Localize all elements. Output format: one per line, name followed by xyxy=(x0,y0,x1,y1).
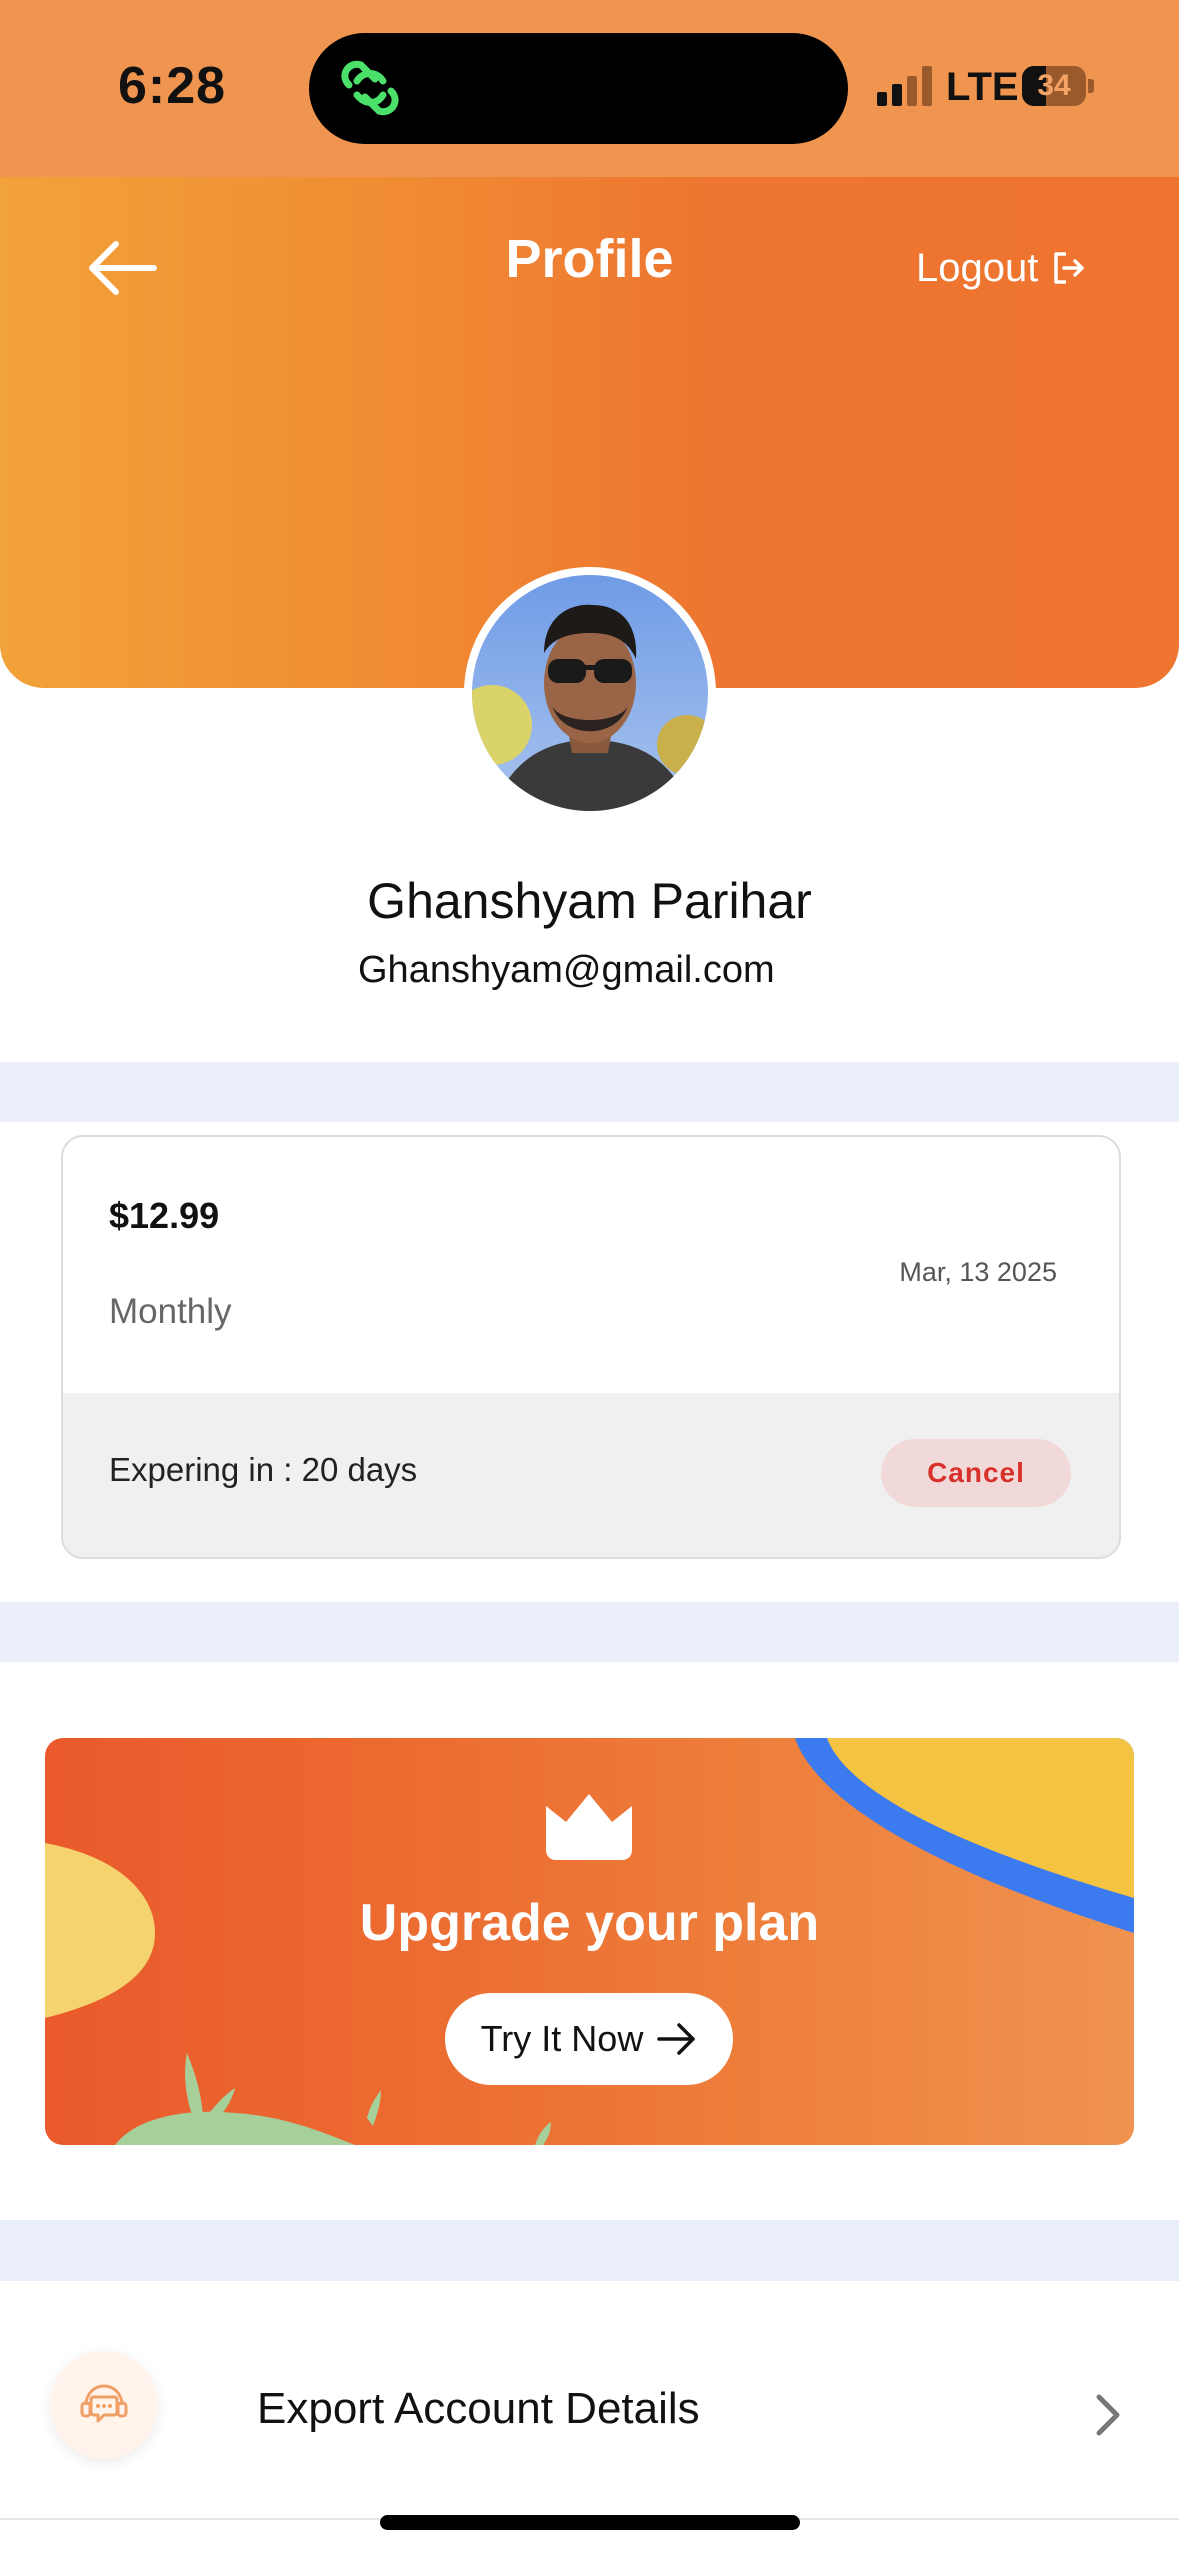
chevron-right-icon xyxy=(1096,2394,1120,2436)
try-it-now-label: Try It Now xyxy=(480,2018,644,2059)
section-divider xyxy=(0,1062,1179,1122)
try-it-now-button[interactable]: Try It Now xyxy=(445,1993,733,2085)
home-indicator[interactable] xyxy=(380,2515,800,2530)
logout-button[interactable]: Logout xyxy=(916,238,1086,298)
profile-name: Ghanshyam Parihar xyxy=(367,873,812,929)
subscription-card: $12.99 Monthly Mar, 13 2025 Expering in … xyxy=(61,1135,1121,1559)
signal-icon xyxy=(877,66,933,106)
export-account-row[interactable]: Export Account Details xyxy=(0,2281,1179,2521)
export-account-label: Export Account Details xyxy=(257,2384,700,2433)
status-time: 6:28 xyxy=(118,57,227,115)
profile-email: Ghanshyam@gmail.com xyxy=(358,949,775,991)
section-divider xyxy=(0,2220,1179,2281)
logout-label: Logout xyxy=(916,245,1039,290)
cancel-button[interactable]: Cancel xyxy=(881,1439,1071,1507)
support-button[interactable] xyxy=(50,2351,158,2459)
battery-level: 34 xyxy=(1037,69,1071,102)
link-app-icon xyxy=(341,60,399,116)
subscription-price: $12.99 xyxy=(109,1195,220,1236)
subscription-date: Mar, 13 2025 xyxy=(899,1257,1057,1287)
subscription-footer: Expering in : 20 days Cancel xyxy=(63,1393,1119,1557)
logout-icon xyxy=(1054,252,1085,284)
subscription-period: Monthly xyxy=(109,1292,232,1331)
arrow-right-icon xyxy=(657,2023,696,2055)
avatar-photo xyxy=(472,575,708,811)
dynamic-island xyxy=(309,33,848,144)
upgrade-banner: Upgrade your plan Try It Now xyxy=(45,1738,1134,2145)
expiry-text: Expering in : 20 days xyxy=(109,1451,418,1488)
crown-icon xyxy=(546,1794,632,1860)
section-divider xyxy=(0,1602,1179,1662)
upgrade-title: Upgrade your plan xyxy=(359,1894,820,1952)
network-label: LTE xyxy=(946,65,1019,109)
battery-icon: 34 xyxy=(1022,66,1094,106)
support-chat-icon xyxy=(80,2384,128,2423)
avatar[interactable] xyxy=(464,567,716,819)
